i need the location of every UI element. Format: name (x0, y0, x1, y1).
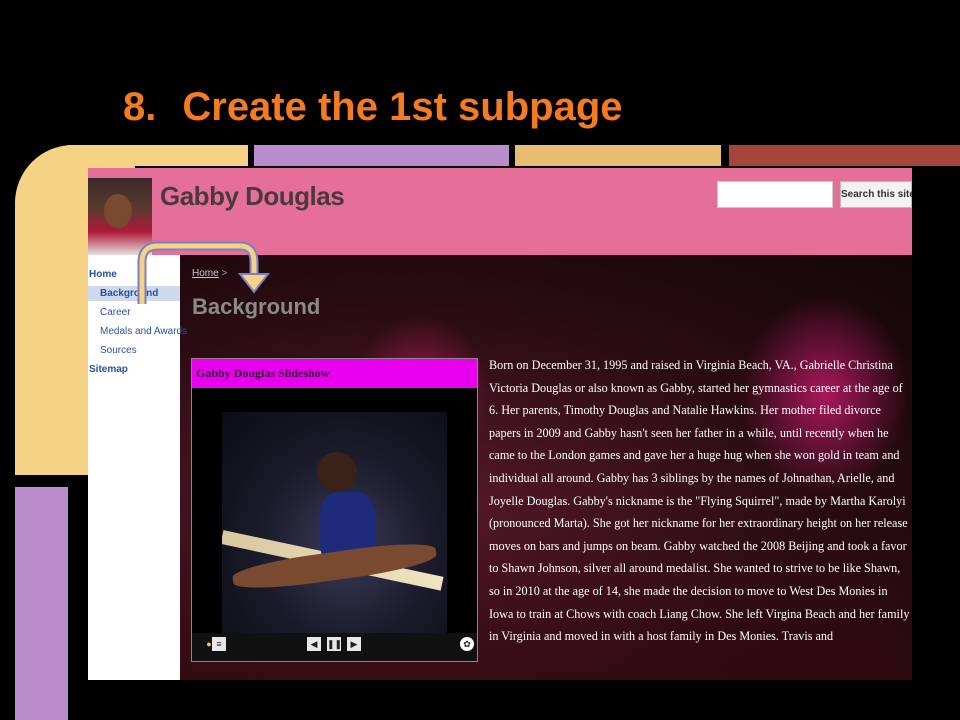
decorative-bar-yellow (68, 145, 248, 166)
decorative-bar-gold (515, 145, 721, 166)
search-input[interactable] (717, 181, 833, 208)
next-icon[interactable]: ▶ (347, 637, 361, 651)
slideshow-title: Gabby Douglas Slideshow (196, 366, 330, 380)
slideshow-widget: Gabby Douglas Slideshow ● ≡ ◀ ❚❚ ▶ ✿ (191, 358, 478, 662)
pause-icon[interactable]: ❚❚ (327, 637, 342, 651)
previous-icon[interactable]: ◀ (307, 637, 321, 651)
bio-text: Born on December 31, 1995 and raised in … (489, 358, 910, 644)
curved-arrow-icon (137, 241, 271, 304)
slide-title: 8. Create the 1st subpage (123, 83, 623, 131)
sidebar-item-sources[interactable]: Sources (100, 345, 137, 356)
sidebar-item-medals[interactable]: Medals and Awards (100, 326, 187, 337)
sidebar-item-home[interactable]: Home (89, 269, 117, 280)
slideshow-photo[interactable] (222, 412, 447, 637)
decorative-bar-red (729, 145, 960, 166)
slide-title-text: Create the 1st subpage (182, 85, 623, 129)
decorative-strip (15, 487, 68, 720)
sidebar: Home Background Career Medals and Awards… (88, 255, 187, 680)
slide-number: 8. (123, 85, 157, 129)
sidebar-item-sitemap[interactable]: Sitemap (89, 364, 128, 375)
decorative-bar-purple (254, 145, 509, 166)
slideshow-title-bar: Gabby Douglas Slideshow (192, 359, 477, 388)
search-button[interactable]: Search this site (840, 181, 912, 208)
comment-icon[interactable]: ≡ (212, 637, 226, 651)
picasa-icon[interactable]: ✿ (460, 637, 474, 651)
slideshow-controls: ● ≡ ◀ ❚❚ ▶ ✿ (192, 633, 477, 661)
site-name[interactable]: Gabby Douglas (160, 181, 345, 212)
sidebar-item-career[interactable]: Career (100, 307, 131, 318)
